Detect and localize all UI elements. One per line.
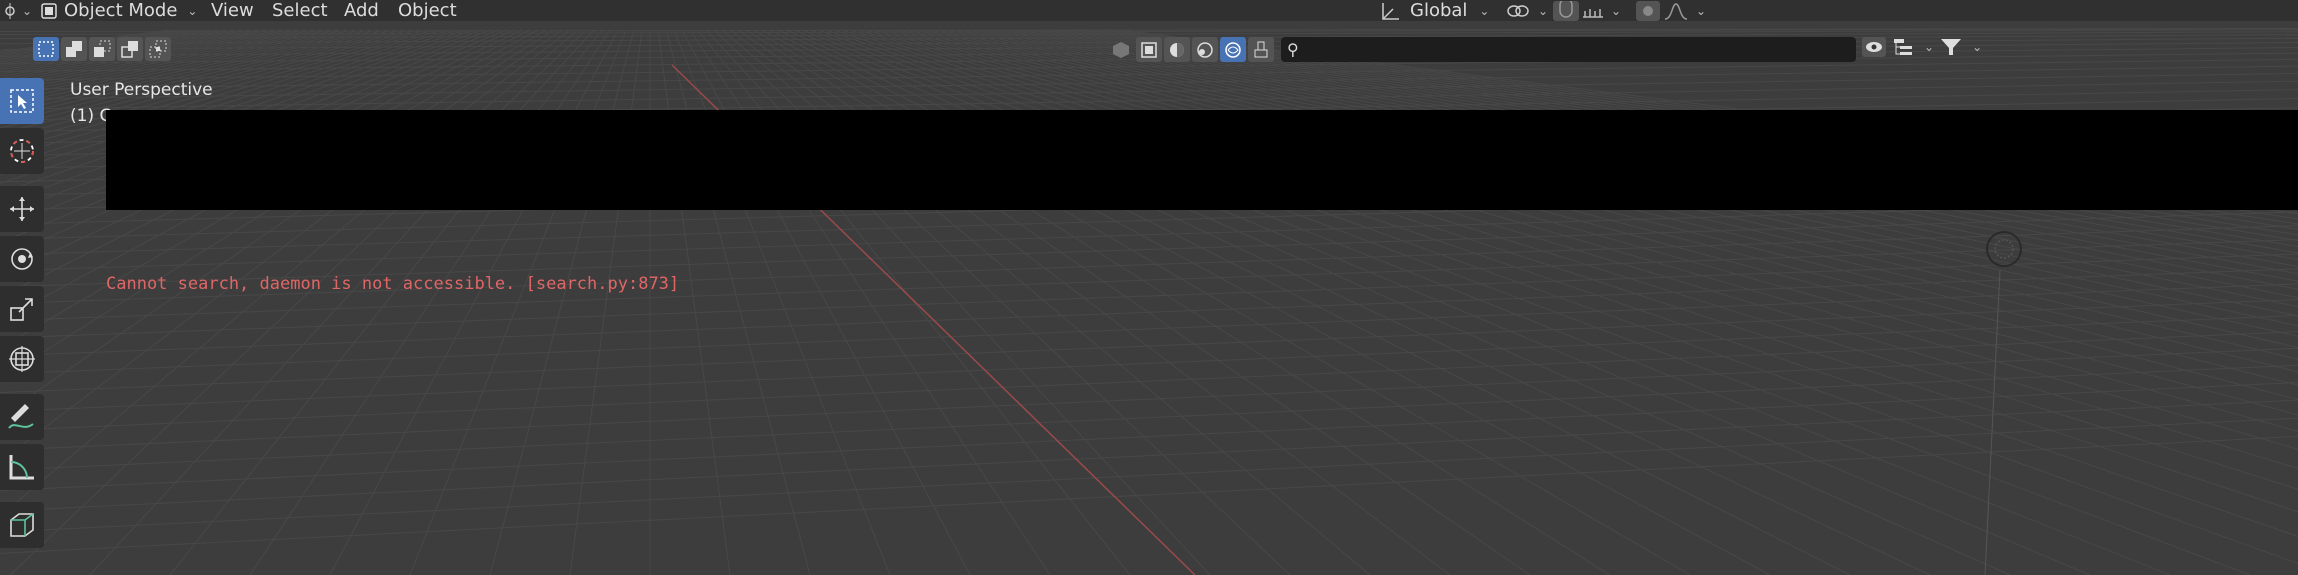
selection-mode-buttons	[33, 37, 171, 61]
editor-type-icon	[5, 2, 15, 19]
error-message: Cannot search, daemon is not accessible.…	[106, 274, 680, 294]
tool-select-box[interactable]	[0, 78, 44, 124]
mode-dropdown[interactable]: Object Mode ⌄	[40, 0, 197, 21]
wireframe-icon	[1141, 41, 1157, 58]
tool-transform[interactable]	[0, 336, 44, 382]
falloff-curve-icon	[1664, 2, 1688, 20]
outliner-tree-icon[interactable]	[1892, 37, 1914, 57]
search-field[interactable]: ⚲	[1281, 37, 1856, 62]
select-extend-icon	[66, 41, 82, 57]
select-intersect-button[interactable]	[145, 37, 171, 61]
xray-icon	[1113, 41, 1129, 58]
annotate-icon	[8, 404, 34, 429]
snap-toggle[interactable]: ⌄	[1553, 0, 1621, 21]
material-preview-icon	[1197, 41, 1213, 58]
cursor-icon	[10, 139, 34, 163]
menu-object[interactable]: Object	[392, 0, 463, 21]
select-invert-icon	[121, 41, 138, 58]
select-subtract-icon	[94, 40, 111, 57]
proportional-edit-icon	[1636, 0, 1660, 21]
viewport-header: ⌄ Object Mode ⌄ View Select Add Object G…	[0, 0, 2298, 21]
object-mode-icon	[41, 2, 57, 19]
transform-orientation-icon	[1382, 2, 1399, 20]
rendered-shading-icon	[1225, 41, 1241, 58]
rotate-icon	[11, 248, 33, 270]
tool-rotate[interactable]	[0, 236, 44, 282]
xray-toggle[interactable]	[1108, 37, 1134, 62]
magnet-icon	[1553, 0, 1579, 21]
solid-shading-icon	[1170, 42, 1184, 57]
tool-measure[interactable]	[0, 444, 44, 490]
chevron-down-icon: ⌄	[1538, 3, 1549, 18]
chevron-down-icon: ⌄	[1611, 3, 1622, 18]
viewport-shading-buttons	[1108, 37, 1274, 62]
chevron-down-icon: ⌄	[22, 3, 33, 18]
move-icon	[10, 197, 34, 221]
shading-material-button[interactable]	[1192, 37, 1218, 62]
transform-icon	[9, 346, 35, 372]
orientation-label: Global	[1410, 0, 1468, 21]
shading-rendered-button[interactable]	[1220, 37, 1246, 62]
shading-solid-button[interactable]	[1164, 37, 1190, 62]
scale-icon	[10, 298, 33, 321]
shading-wireframe-button[interactable]	[1136, 37, 1162, 62]
right-toolbar-icons: ⌄ ⌄	[1862, 37, 1982, 57]
search-input[interactable]	[1304, 39, 1849, 60]
select-intersect-icon	[149, 40, 167, 58]
proportional-edit-toggle[interactable]: ⌄	[1636, 0, 1706, 21]
pivot-point-dropdown[interactable]: ⌄	[1505, 0, 1548, 21]
tool-scale[interactable]	[0, 286, 44, 332]
select-invert-button[interactable]	[117, 37, 143, 61]
menu-select[interactable]: Select	[266, 0, 334, 21]
chevron-down-icon[interactable]: ⌄	[1972, 40, 1982, 54]
select-box-icon	[10, 89, 34, 113]
chevron-down-icon: ⌄	[1696, 3, 1707, 18]
search-icon: ⚲	[1287, 40, 1299, 59]
snap-increment-icon	[1583, 8, 1603, 18]
tool-move[interactable]	[0, 186, 44, 232]
select-new-button[interactable]	[33, 37, 59, 61]
chevron-down-icon: ⌄	[1479, 3, 1490, 18]
brush-icon	[1254, 41, 1268, 57]
eye-icon[interactable]	[1862, 37, 1886, 57]
filter-icon[interactable]	[1940, 37, 1962, 57]
menu-view[interactable]: View	[205, 0, 260, 21]
menu-add[interactable]: Add	[338, 0, 385, 21]
editor-type-button[interactable]: ⌄	[2, 0, 32, 21]
chevron-down-icon[interactable]: ⌄	[1924, 40, 1934, 54]
select-new-icon	[38, 41, 54, 57]
navigation-gizmo-icon[interactable]	[1985, 230, 2023, 268]
measure-icon	[9, 455, 34, 480]
search-results-panel	[106, 110, 2298, 210]
link-icon	[1507, 4, 1529, 17]
add-cube-icon	[10, 513, 34, 537]
chevron-down-icon: ⌄	[187, 3, 198, 18]
tool-settings-row: ⚲ ⌄ ⌄	[0, 33, 2298, 63]
select-subtract-button[interactable]	[89, 37, 115, 61]
perspective-label: User Perspective	[70, 80, 213, 100]
orientation-dropdown[interactable]: Global ⌄	[1380, 0, 1489, 21]
tool-annotate[interactable]	[0, 394, 44, 440]
tool-add-cube[interactable]	[0, 502, 44, 548]
mode-label: Object Mode	[64, 0, 178, 21]
select-extend-button[interactable]	[61, 37, 87, 61]
shading-options-button[interactable]	[1248, 37, 1274, 62]
tool-cursor[interactable]	[0, 128, 44, 174]
